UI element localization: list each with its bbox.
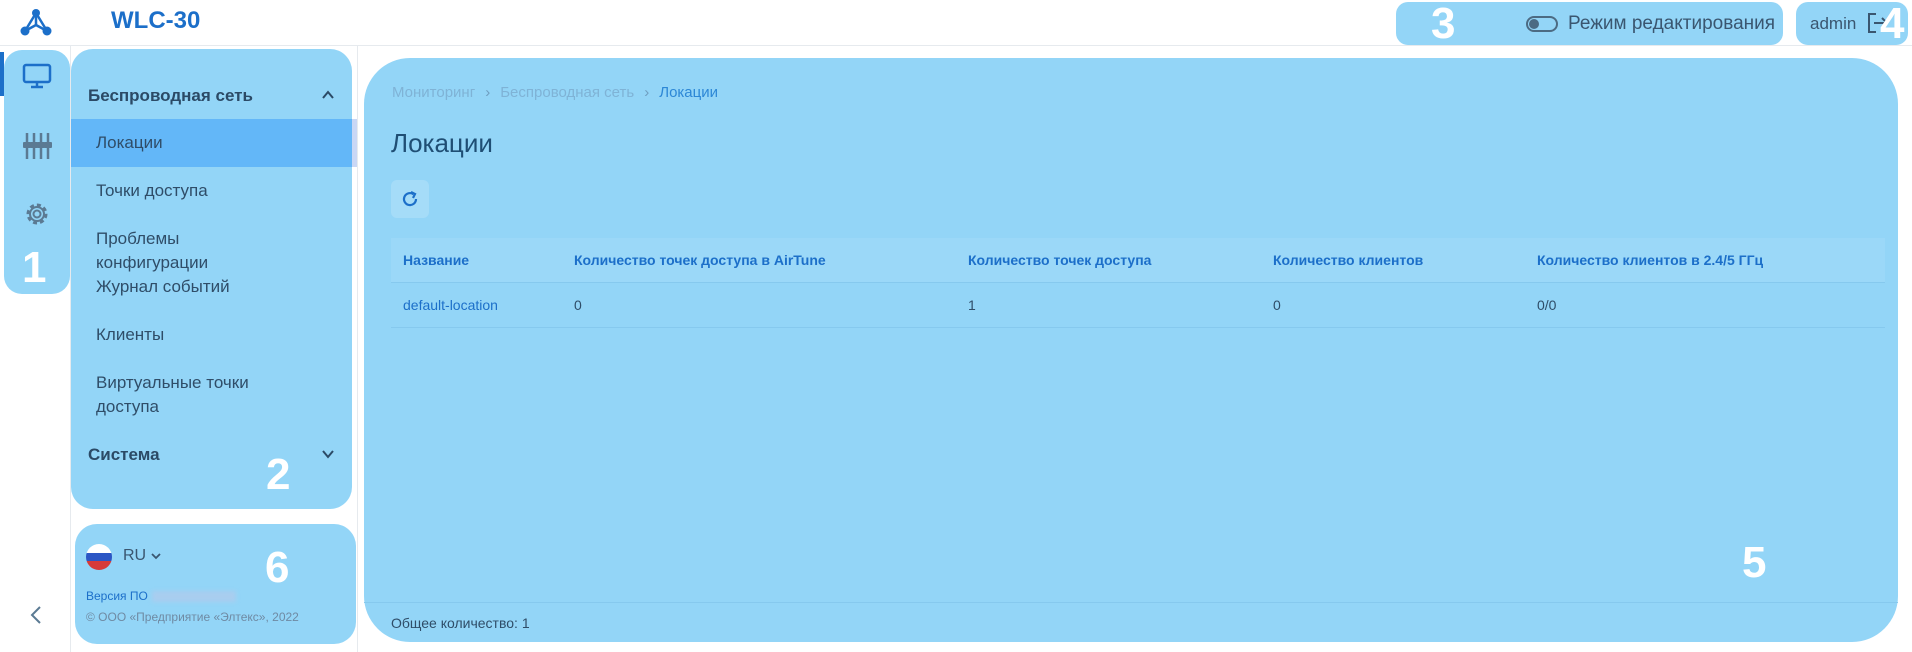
cell-location-name[interactable]: default-location xyxy=(403,297,498,313)
page-title: Локации xyxy=(391,128,493,158)
cell-airtune-aps: 0 xyxy=(574,297,582,313)
gear-icon[interactable] xyxy=(21,198,53,230)
col-clients[interactable]: Количество клиентов xyxy=(1273,252,1423,268)
overlay-number-1: 1 xyxy=(22,243,47,292)
collapse-sidebar-icon[interactable] xyxy=(26,603,46,627)
software-version: Версия ПО xyxy=(86,589,236,603)
toggle-switch[interactable] xyxy=(1526,16,1558,32)
table-header: Название Количество точек доступа в AirT… xyxy=(391,238,1885,283)
ru-flag-icon[interactable] xyxy=(86,544,112,570)
nav-group-system[interactable]: Система xyxy=(88,445,160,465)
nav-group-wireless[interactable]: Беспроводная сеть xyxy=(88,86,253,106)
nav-item-clients[interactable]: Клиенты xyxy=(96,323,276,347)
edit-mode-label: Режим редактирования xyxy=(1568,13,1776,34)
overlay-number-2: 2 xyxy=(266,450,291,499)
col-name[interactable]: Название xyxy=(403,252,469,268)
nav-item-access-points[interactable]: Точки доступа xyxy=(96,179,276,203)
section-nav: Беспроводная сеть Локации Точки доступа … xyxy=(71,49,358,509)
nav-item-virtual-aps[interactable]: Виртуальные точки доступа xyxy=(96,371,276,419)
version-label: Версия ПО xyxy=(86,589,148,603)
refresh-icon xyxy=(402,191,418,207)
locations-table: Название Количество точек доступа в AirT… xyxy=(391,238,1885,328)
language-select[interactable]: RU xyxy=(123,547,146,565)
table-footer: Общее количество: 1 xyxy=(364,602,1898,642)
breadcrumb-current: Локации xyxy=(659,84,718,101)
nav-item-event-log[interactable]: Журнал событий xyxy=(96,275,276,299)
total-value: 1 xyxy=(521,615,530,631)
nav-item-config-problems[interactable]: Проблемы конфигурации xyxy=(96,227,276,275)
col-airtune-aps[interactable]: Количество точек доступа в AirTune xyxy=(574,252,826,268)
chevron-down-icon[interactable] xyxy=(321,447,335,461)
icon-rail: 1 xyxy=(4,50,70,294)
overlay-number-5: 5 xyxy=(1742,538,1767,587)
main-content: Мониторинг › Беспроводная сеть › Локации Лок… xyxy=(364,58,1898,642)
version-value-redacted xyxy=(151,591,236,603)
overlay-number-4: 4 xyxy=(1880,0,1905,48)
overlay-number-6: 6 xyxy=(265,543,290,592)
col-aps[interactable]: Количество точек доступа xyxy=(968,252,1151,268)
monitor-icon[interactable] xyxy=(21,60,53,92)
total-count: Общее количество: 1 xyxy=(391,615,530,631)
table-row: default-location 0 1 0 0/0 xyxy=(391,283,1885,328)
chevron-down-icon[interactable] xyxy=(150,550,162,562)
overlay-number-3: 3 xyxy=(1431,0,1456,48)
nav-divider xyxy=(357,46,358,652)
nav-item-locations[interactable]: Локации xyxy=(96,131,276,155)
breadcrumb-wireless[interactable]: Беспроводная сеть xyxy=(500,84,634,101)
sidebar-footer: RU Версия ПО © ООО «Предприятие «Элтекс»… xyxy=(75,524,356,644)
user-name: admin xyxy=(1810,14,1857,33)
col-clients-bands[interactable]: Количество клиентов в 2.4/5 ГГц xyxy=(1537,252,1763,268)
cell-clients-bands: 0/0 xyxy=(1537,297,1557,313)
refresh-button[interactable] xyxy=(391,180,429,218)
sliders-icon[interactable] xyxy=(21,130,53,162)
top-bar: WLC-30 Режим редактирования 3 admin 4 xyxy=(0,0,1912,46)
chevron-up-icon[interactable] xyxy=(321,88,335,102)
breadcrumb: Мониторинг › Беспроводная сеть › Локации xyxy=(392,84,718,101)
copyright: © ООО «Предприятие «Элтекс», 2022 xyxy=(86,610,299,624)
app-title: WLC-30 xyxy=(111,7,201,34)
cell-clients: 0 xyxy=(1273,297,1281,313)
breadcrumb-monitoring[interactable]: Мониторинг xyxy=(392,84,475,101)
logo-icon[interactable] xyxy=(18,7,54,37)
cell-aps: 1 xyxy=(968,297,976,313)
total-label: Общее количество: xyxy=(391,615,518,631)
